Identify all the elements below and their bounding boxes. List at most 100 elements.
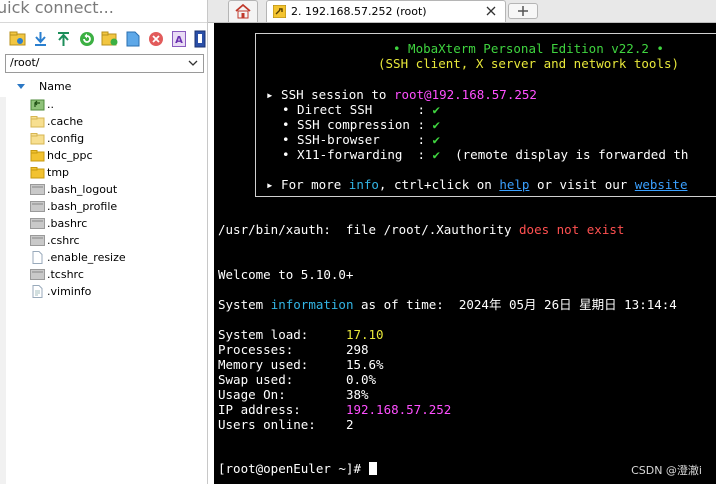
new-folder-icon[interactable] <box>100 29 119 48</box>
info-text: or visit our <box>529 177 635 192</box>
file-list-item[interactable]: hdc_ppc <box>0 148 207 165</box>
watermark: CSDN @澄澈i <box>631 464 702 477</box>
config-file-icon <box>30 269 45 280</box>
config-file-icon <box>30 218 45 229</box>
sysinfo-time: as of time: 2024年 05月 26日 星期日 13:14:4 <box>353 297 677 312</box>
new-file-icon[interactable] <box>123 29 142 48</box>
stat-label: Processes: <box>218 342 346 357</box>
settings-icon[interactable] <box>190 29 209 48</box>
feature-x11-forwarding: • X11-forwarding : ✔ (remote display is … <box>282 147 688 162</box>
file-list-header[interactable]: Name <box>0 78 207 96</box>
stat-line: Processes: 298 <box>218 342 369 357</box>
rename-icon[interactable]: A <box>169 29 188 48</box>
feature-label: • Direct SSH : <box>282 102 425 117</box>
download-icon[interactable] <box>31 29 50 48</box>
check-icon: ✔ <box>432 117 441 132</box>
home-folder-icon[interactable] <box>8 29 27 48</box>
file-name: .viminfo <box>47 285 92 298</box>
file-name: .cshrc <box>47 234 80 247</box>
info-text: ▸ For more <box>266 177 349 192</box>
feature-direct-ssh: • Direct SSH : ✔ <box>282 102 440 117</box>
stat-line: Memory used: 15.6% <box>218 357 384 372</box>
file-list-item[interactable]: .tcshrc <box>0 267 207 284</box>
stat-line: Swap used: 0.0% <box>218 372 376 387</box>
check-icon: ✔ <box>432 132 441 147</box>
key-icon <box>273 5 286 18</box>
stat-line: IP address: 192.168.57.252 <box>218 402 451 417</box>
close-icon[interactable] <box>485 5 497 17</box>
stat-value: 15.6% <box>345 357 384 372</box>
hidden-folder-icon <box>30 133 45 145</box>
tab-session[interactable]: 2. 192.168.57.252 (root) <box>266 0 506 22</box>
ssh-session-prefix: ▸ SSH session to <box>266 87 394 102</box>
info-line: ▸ For more info, ctrl+click on help or v… <box>266 177 687 192</box>
check-icon: ✔ <box>432 147 441 162</box>
blank-file-icon <box>32 251 43 264</box>
folder-icon <box>30 150 45 162</box>
file-name: hdc_ppc <box>47 149 93 162</box>
stat-value: 192.168.57.252 <box>345 402 452 417</box>
folder-icon <box>30 167 45 179</box>
ssh-session-target: root@192.168.57.252 <box>393 87 537 102</box>
config-file-icon <box>30 184 45 195</box>
stat-value: 0.0% <box>345 372 377 387</box>
stat-line: Users online: 2 <box>218 417 353 432</box>
stat-label: System load: <box>218 327 346 342</box>
file-list-item[interactable]: tmp <box>0 165 207 182</box>
banner-title: • MobaXterm Personal Edition v22.2 • <box>393 41 664 56</box>
stat-label: Users online: <box>218 417 346 432</box>
feature-ssh-compression: • SSH compression : ✔ <box>282 117 440 132</box>
sysinfo-text: System <box>218 297 271 312</box>
config-file-icon <box>30 235 45 246</box>
file-list-item[interactable]: .cshrc <box>0 233 207 250</box>
xauth-line: /usr/bin/xauth: file /root/.Xauthority d… <box>218 222 624 237</box>
upload-icon[interactable] <box>54 29 73 48</box>
file-list-item[interactable]: .bashrc <box>0 216 207 233</box>
file-name: .enable_resize <box>47 251 126 264</box>
file-name: .bashrc <box>47 217 88 230</box>
terminal[interactable]: • MobaXterm Personal Edition v22.2 • (SS… <box>214 23 716 484</box>
stat-value: 17.10 <box>345 327 384 342</box>
file-list-item[interactable]: .enable_resize <box>0 250 207 267</box>
help-link[interactable]: help <box>499 177 529 192</box>
path-dropdown[interactable]: /root/ <box>5 54 204 73</box>
file-list-item[interactable]: .bash_logout <box>0 182 207 199</box>
mobaxterm-window: uick connect... A /root/ Name .. .cache … <box>0 0 716 484</box>
file-list-item[interactable]: .cache <box>0 114 207 131</box>
file-name: .config <box>47 132 85 145</box>
welcome-line: Welcome to 5.10.0+ <box>218 267 354 282</box>
file-list-item[interactable]: .. <box>0 97 207 114</box>
file-name: .bash_profile <box>47 200 118 213</box>
file-name: .tcshrc <box>47 268 84 281</box>
file-list-item[interactable]: .bash_profile <box>0 199 207 216</box>
chevron-down-icon <box>188 60 198 66</box>
home-icon <box>235 3 251 19</box>
delete-icon[interactable] <box>146 29 165 48</box>
config-file-icon <box>30 201 45 212</box>
file-list-item[interactable]: .config <box>0 131 207 148</box>
path-value: /root/ <box>10 56 40 69</box>
parent-folder-icon <box>30 99 45 111</box>
file-name: .. <box>47 98 54 111</box>
file-name: .bash_logout <box>47 183 118 196</box>
refresh-icon[interactable] <box>77 29 96 48</box>
shell-prompt[interactable]: [root@openEuler ~]# <box>218 461 377 476</box>
info-keyword: info <box>348 177 379 192</box>
sysinfo-keyword: information <box>270 297 354 312</box>
sort-arrow-icon <box>17 84 25 89</box>
feature-note: (remote display is forwarded th <box>455 147 689 162</box>
new-tab-button[interactable] <box>508 3 538 19</box>
stat-label: Usage On: <box>218 387 346 402</box>
file-name: .cache <box>47 115 84 128</box>
ssh-session-line: ▸ SSH session to root@192.168.57.252 <box>266 87 537 102</box>
check-icon: ✔ <box>432 102 441 117</box>
sysinfo-line: System information as of time: 2024年 05月… <box>218 297 677 312</box>
home-tab[interactable] <box>228 0 258 22</box>
hidden-folder-icon <box>30 116 45 128</box>
stat-line: Usage On: 38% <box>218 387 369 402</box>
quick-connect-field[interactable]: uick connect... <box>0 0 207 23</box>
website-link[interactable]: website <box>635 177 688 192</box>
stat-value: 298 <box>345 342 369 357</box>
file-list-item[interactable]: .viminfo <box>0 284 207 301</box>
file-name: tmp <box>47 166 70 179</box>
